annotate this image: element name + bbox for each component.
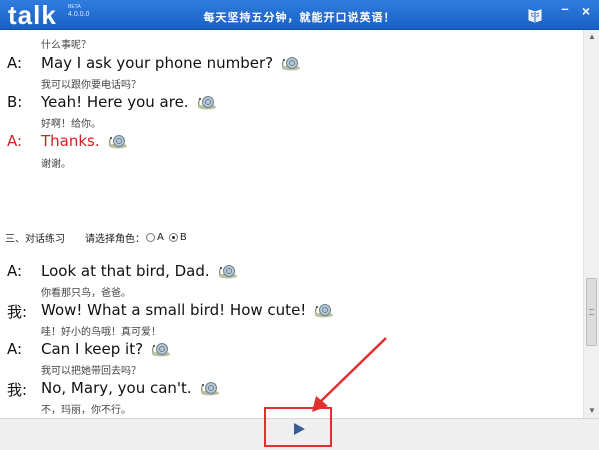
section-title: 三、对话练习 xyxy=(5,234,65,245)
book-icon[interactable] xyxy=(527,7,543,23)
app-slogan: 每天坚持五分钟，就能开口说英语！ xyxy=(203,11,396,24)
role-radio-b[interactable] xyxy=(168,233,178,242)
scroll-up-arrow-icon[interactable]: ▲ xyxy=(584,30,599,44)
english-text: Thanks. xyxy=(41,132,100,150)
speaker-label: A: xyxy=(7,54,23,72)
scroll-down-arrow-icon[interactable]: ▼ xyxy=(584,404,599,418)
play-icon xyxy=(294,423,305,435)
english-sentence: Thanks. xyxy=(41,132,128,150)
vertical-scrollbar[interactable]: ▲ ▼ xyxy=(583,30,599,418)
english-text: No, Mary, you can't. xyxy=(41,379,192,397)
speaker-label: A: xyxy=(7,132,23,150)
snail-audio-icon[interactable] xyxy=(195,95,217,110)
english-sentence: May I ask your phone number? xyxy=(41,54,301,72)
grip-icon xyxy=(589,309,594,315)
english-sentence: Wow! What a small bird! How cute! xyxy=(41,301,334,319)
snail-audio-icon[interactable] xyxy=(106,134,128,149)
speaker-label: 我: xyxy=(7,303,28,321)
scrollbar-thumb[interactable] xyxy=(586,278,597,346)
english-sentence: Look at that bird, Dad. xyxy=(41,262,238,280)
lesson-content: 什么事呢？ A: May I ask your phone number? 我可… xyxy=(0,30,583,418)
role-radio-a[interactable] xyxy=(146,233,155,242)
translation-line: 你看那只鸟，爸爸。 xyxy=(41,288,131,299)
english-sentence: Can I keep it? xyxy=(41,340,171,358)
speaker-label: A: xyxy=(7,340,23,358)
translation-line: 我可以跟你要电话吗？ xyxy=(41,80,141,91)
role-label-b: B xyxy=(179,232,187,243)
english-text: Yeah! Here you are. xyxy=(41,93,189,111)
minimize-button[interactable]: – xyxy=(556,1,574,18)
english-text: Wow! What a small bird! How cute! xyxy=(41,301,307,319)
translation-line: 不，玛丽，你不行。 xyxy=(41,405,131,416)
speaker-label: 我: xyxy=(7,381,28,399)
translation-line: 好啊！给你。 xyxy=(41,119,101,130)
english-text: May I ask your phone number? xyxy=(41,54,274,72)
speaker-label: B: xyxy=(7,93,23,111)
english-sentence: Yeah! Here you are. xyxy=(41,93,217,111)
english-text: Can I keep it? xyxy=(41,340,144,358)
minimize-icon: – xyxy=(561,1,569,16)
title-bar: talk BETA 4.0.0.0 每天坚持五分钟，就能开口说英语！ – × xyxy=(0,0,599,30)
snail-audio-icon[interactable] xyxy=(216,264,238,279)
close-button[interactable]: × xyxy=(577,3,595,19)
translation-line: 我可以把她带回去吗？ xyxy=(41,366,141,377)
role-label-a: A xyxy=(157,232,164,243)
close-icon: × xyxy=(581,3,591,19)
role-prompt: 请选择角色： xyxy=(85,234,145,245)
english-sentence: No, Mary, you can't. xyxy=(41,379,220,397)
play-button[interactable] xyxy=(264,407,332,447)
snail-audio-icon[interactable] xyxy=(198,381,220,396)
speaker-label: A: xyxy=(7,262,23,280)
practice-section-header: 三、对话练习 请选择角色： A B xyxy=(5,230,191,245)
translation-line: 什么事呢？ xyxy=(41,40,91,51)
snail-audio-icon[interactable] xyxy=(312,303,334,318)
snail-audio-icon[interactable] xyxy=(149,342,171,357)
translation-line: 哇！好小的鸟哦！真可爱！ xyxy=(41,327,161,338)
english-text: Look at that bird, Dad. xyxy=(41,262,210,280)
translation-line: 谢谢。 xyxy=(41,159,71,170)
snail-audio-icon[interactable] xyxy=(279,56,301,71)
